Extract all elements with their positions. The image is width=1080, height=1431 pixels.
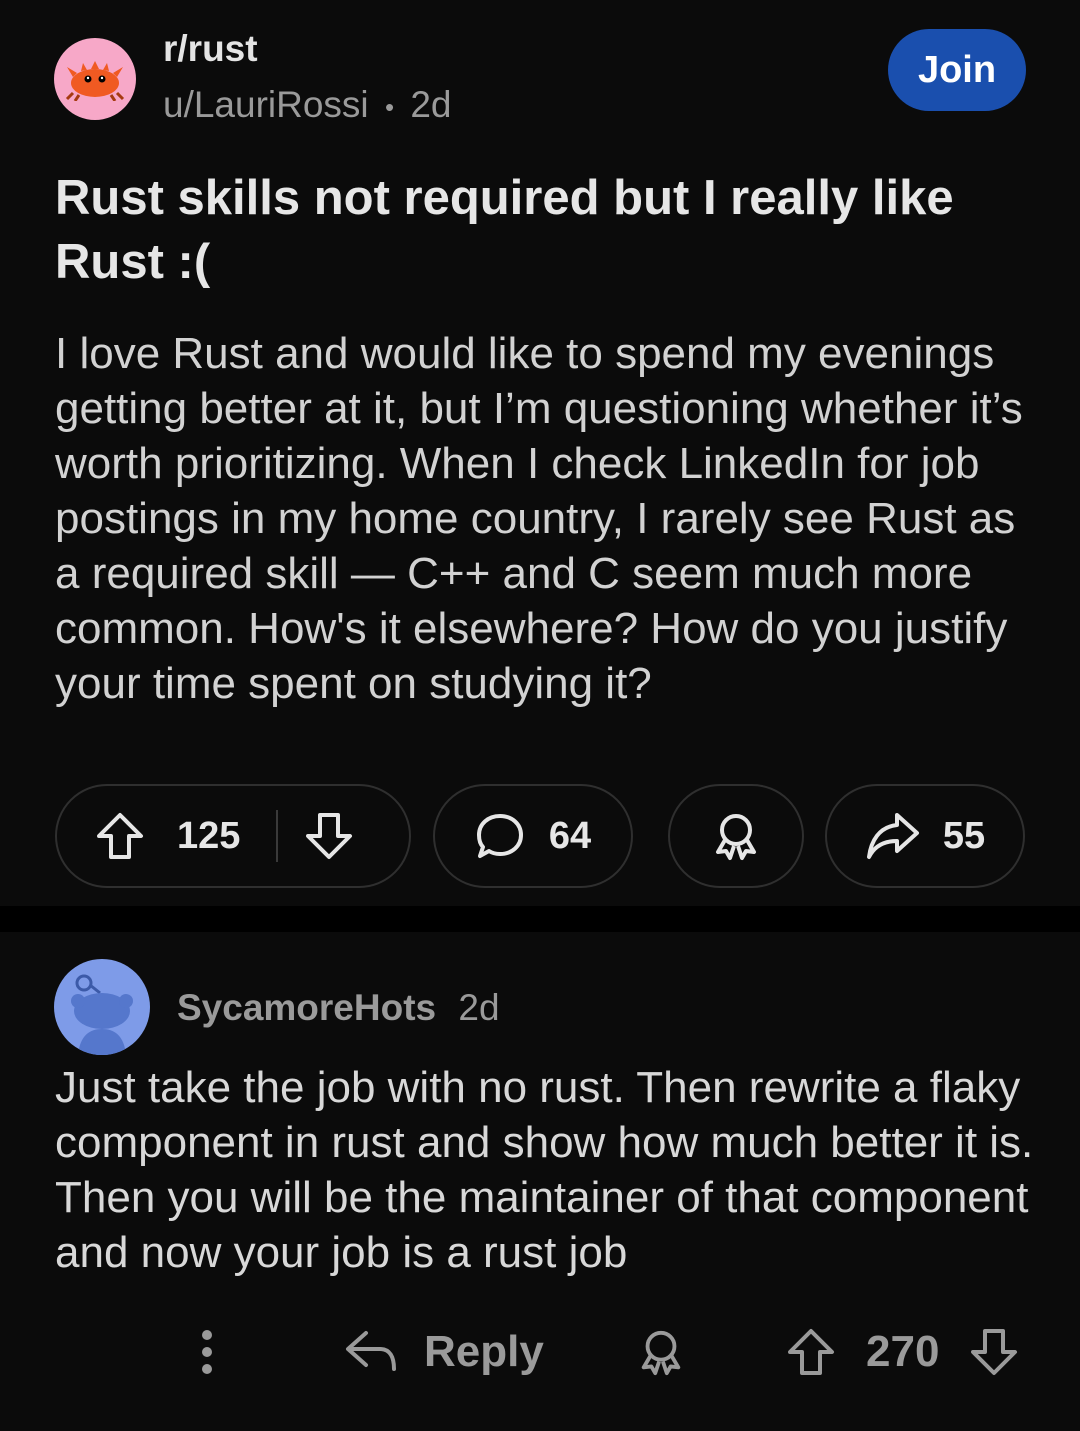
- comments-button[interactable]: 64: [433, 784, 633, 888]
- comment-score: 270: [866, 1327, 940, 1376]
- share-count: 55: [942, 814, 986, 857]
- avatar[interactable]: [54, 959, 150, 1055]
- post-title: Rust skills not required but I really li…: [55, 171, 954, 289]
- ferris-crab-icon: [65, 61, 125, 101]
- post-body: I love Rust and would like to spend my e…: [55, 326, 1045, 711]
- upvote-icon[interactable]: [95, 811, 145, 861]
- comment-age: 2d: [458, 987, 500, 1028]
- comment-meta: SycamoreHots 2d: [177, 987, 500, 1029]
- reply-arrow-icon: [346, 1331, 396, 1371]
- section-divider: [0, 906, 1080, 932]
- upvote-count: 125: [177, 814, 241, 857]
- reply-button[interactable]: Reply: [344, 1320, 544, 1384]
- subreddit-avatar[interactable]: [54, 38, 136, 120]
- snoo-avatar-icon: [71, 974, 133, 1055]
- post-age: 2d: [410, 84, 452, 125]
- comment-award-button[interactable]: [636, 1320, 686, 1384]
- post-author-line: u/LauriRossi • 2d: [163, 84, 451, 126]
- award-button[interactable]: [668, 784, 804, 888]
- comment-vote-bar: 270: [786, 1320, 1019, 1384]
- join-button[interactable]: Join: [888, 29, 1026, 111]
- upvote-icon[interactable]: [786, 1326, 836, 1378]
- share-icon: [866, 813, 919, 859]
- post-author[interactable]: u/LauriRossi: [163, 84, 369, 125]
- comment-body: Just take the job with no rust. Then rew…: [55, 1063, 1034, 1277]
- comment-author[interactable]: SycamoreHots: [177, 987, 436, 1028]
- reply-label: Reply: [424, 1327, 544, 1376]
- comment-count: 64: [548, 814, 592, 857]
- meta-separator: •: [384, 91, 395, 122]
- more-vertical-icon: [202, 1330, 212, 1374]
- award-icon: [641, 1330, 681, 1376]
- vote-divider: [276, 810, 279, 862]
- downvote-icon[interactable]: [969, 1326, 1019, 1378]
- downvote-icon[interactable]: [304, 811, 354, 861]
- post-body-text: I love Rust and would like to spend my e…: [55, 329, 1023, 708]
- vote-bar: 125: [55, 784, 411, 888]
- comment-card: SycamoreHots 2d Just take the job with n…: [0, 932, 1080, 1431]
- comment-bubble-icon: [476, 814, 523, 858]
- post-card: r/rust u/LauriRossi • 2d Join Rust skill…: [0, 0, 1080, 906]
- more-options-button[interactable]: [195, 1320, 219, 1384]
- share-button[interactable]: 55: [825, 784, 1025, 888]
- award-icon: [716, 814, 756, 860]
- subreddit-name[interactable]: r/rust: [163, 28, 258, 70]
